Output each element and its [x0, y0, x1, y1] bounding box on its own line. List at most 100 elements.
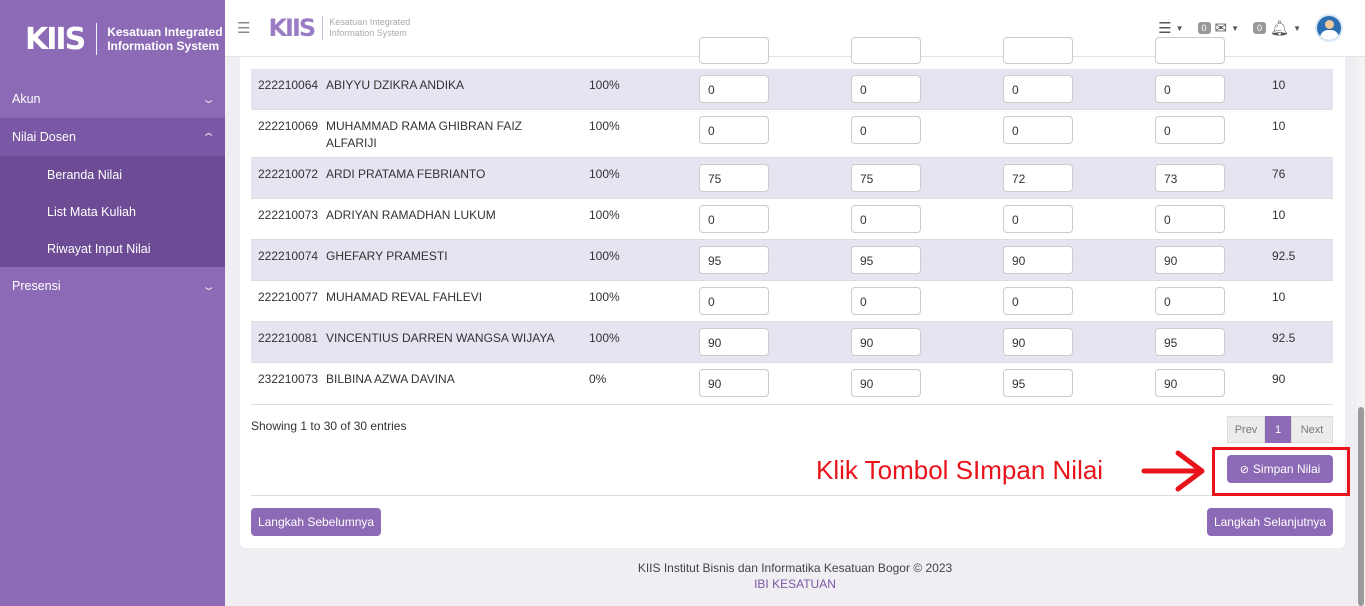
footer: KIIS Institut Bisnis dan Informatika Kes…: [225, 560, 1365, 592]
final-grade: 10: [1272, 290, 1286, 304]
brand[interactable]: KIIS Kesatuan Integrated Information Sys…: [0, 0, 225, 78]
grade-input-1[interactable]: 0: [699, 75, 769, 103]
student-nim: 232210073: [258, 372, 319, 386]
grade-input-1[interactable]: 0: [699, 116, 769, 144]
sidebar-item-label: Akun: [12, 92, 41, 106]
grade-input-4[interactable]: 90: [1155, 369, 1225, 397]
grade-input-4[interactable]: 90: [1155, 246, 1225, 274]
scrollbar[interactable]: [1357, 57, 1365, 606]
grade-input-3[interactable]: 72: [1003, 164, 1073, 192]
student-nim: 222210074: [258, 249, 319, 263]
table-row: 232210073 BILBINA AZWA DAVINA 0% 90 90 95 90 90: [251, 363, 1333, 405]
grade-input-1[interactable]: 95: [699, 246, 769, 274]
student-name: MUHAMAD REVAL FAHLEVI: [326, 290, 483, 304]
pagination-page-1[interactable]: 1: [1265, 416, 1291, 443]
langkah-sebelumnya-button[interactable]: Langkah Sebelumnya: [251, 508, 381, 536]
footer-copyright: KIIS Institut Bisnis dan Informatika Kes…: [637, 561, 953, 575]
submenu-nilai-dosen: Beranda Nilai List Mata Kuliah Riwayat I…: [0, 156, 225, 267]
student-name: ABIYYU DZIKRA ANDIKA: [326, 78, 465, 92]
scrollbar-thumb[interactable]: [1358, 407, 1364, 606]
table-row: 222210073 ADRIYAN RAMADHAN LUKUM 100% 0 0 0 0 1…: [251, 199, 1333, 240]
grade-input-3[interactable]: 0: [1003, 205, 1073, 233]
sidebar-item-nilai-dosen[interactable]: Nilai Dosen ⌃: [0, 118, 225, 156]
sidebar-subitem-riwayat-input-nilai[interactable]: Riwayat Input Nilai: [0, 230, 225, 267]
grade-input-1[interactable]: 75: [699, 164, 769, 192]
student-name: ARDI PRATAMA FEBRIANTO: [326, 167, 486, 181]
attendance-percent: 100%: [589, 331, 620, 345]
kiis-logo-small[interactable]: KIIS: [268, 14, 316, 42]
top-brand-line-2: Information System: [329, 28, 407, 38]
attendance-percent: 100%: [589, 290, 620, 304]
table-row: 222210069 MUHAMMAD RAMA GHIBRAN FAIZ ALFA…: [251, 110, 1333, 158]
grade-input-4[interactable]: 0: [1155, 75, 1225, 103]
notification-button[interactable]: 0 🔔︎ ▼: [1253, 19, 1301, 37]
student-nim: 222210064: [258, 78, 319, 92]
notification-count-badge: 0: [1253, 22, 1267, 34]
sidebar-subitem-beranda-nilai[interactable]: Beranda Nilai: [0, 156, 225, 193]
grade-input-3[interactable]: 0: [1003, 75, 1073, 103]
grade-input-1[interactable]: 0: [699, 205, 769, 233]
grade-input-3[interactable]: 95: [1003, 369, 1073, 397]
attendance-percent: 0%: [589, 372, 607, 386]
chevron-up-icon: ⌃: [201, 131, 216, 144]
grade-input-3[interactable]: 90: [1003, 328, 1073, 356]
grade-input-partial[interactable]: [1003, 37, 1073, 64]
hamburger-icon[interactable]: ☰: [237, 19, 250, 37]
annotation-arrow-icon: [1141, 450, 1205, 492]
grade-input-2[interactable]: 0: [851, 205, 921, 233]
grade-input-2[interactable]: 90: [851, 369, 921, 397]
pagination-next[interactable]: Next: [1291, 416, 1333, 443]
avatar-body: [1320, 30, 1339, 40]
brand-divider: [96, 23, 98, 55]
grade-input-3[interactable]: 0: [1003, 116, 1073, 144]
table-row: 222210077 MUHAMAD REVAL FAHLEVI 100% 0 0 0 0 10: [251, 281, 1333, 322]
caret-down-icon: ▼: [1293, 23, 1301, 33]
chevron-down-icon: ⌄: [201, 93, 216, 106]
grade-input-1[interactable]: 0: [699, 287, 769, 315]
sidebar: KIIS Kesatuan Integrated Information Sys…: [0, 0, 225, 606]
grade-input-2[interactable]: 95: [851, 246, 921, 274]
mail-button[interactable]: 0 ✉ ▼: [1197, 19, 1239, 37]
grade-input-1[interactable]: 90: [699, 328, 769, 356]
grade-input-4[interactable]: 0: [1155, 287, 1225, 315]
grade-input-4[interactable]: 95: [1155, 328, 1225, 356]
grade-input-2[interactable]: 0: [851, 287, 921, 315]
student-name: ADRIYAN RAMADHAN LUKUM: [326, 208, 496, 222]
brand-text: Kesatuan Integrated Information System: [107, 25, 222, 53]
sidebar-item-presensi[interactable]: Presensi ⌄: [0, 267, 225, 305]
student-nim: 222210077: [258, 290, 319, 304]
avatar[interactable]: [1315, 14, 1343, 42]
grade-input-2[interactable]: 90: [851, 328, 921, 356]
grade-input-partial[interactable]: [699, 37, 769, 64]
grade-input-partial[interactable]: [851, 37, 921, 64]
sidebar-subitem-list-mata-kuliah[interactable]: List Mata Kuliah: [0, 193, 225, 230]
grade-input-2[interactable]: 0: [851, 116, 921, 144]
langkah-selanjutnya-button[interactable]: Langkah Selanjutnya: [1207, 508, 1333, 536]
pagination-prev[interactable]: Prev: [1227, 416, 1265, 443]
grade-input-4[interactable]: 73: [1155, 164, 1225, 192]
grade-input-4[interactable]: 0: [1155, 205, 1225, 233]
sidebar-item-akun[interactable]: Akun ⌄: [0, 80, 225, 118]
grade-input-3[interactable]: 0: [1003, 287, 1073, 315]
final-grade: 92.5: [1272, 331, 1296, 345]
grade-input-partial[interactable]: [1155, 37, 1225, 64]
table-row: 222210064 ABIYYU DZIKRA ANDIKA 100% 0 0 0 0 10: [251, 69, 1333, 110]
brand-line-2: Information System: [107, 39, 220, 53]
list-menu-button[interactable]: ☰ ▼: [1158, 19, 1183, 37]
top-brand-line-1: Kesatuan Integrated: [329, 17, 411, 27]
grade-input-2[interactable]: 0: [851, 75, 921, 103]
divider: [251, 495, 1333, 496]
grade-input-1[interactable]: 90: [699, 369, 769, 397]
student-name: MUHAMMAD RAMA GHIBRAN FAIZ ALFARIJI: [326, 119, 523, 150]
final-grade: 10: [1272, 208, 1286, 222]
pagination: Prev 1 Next: [1227, 416, 1333, 443]
grade-input-4[interactable]: 0: [1155, 116, 1225, 144]
grade-input-3[interactable]: 90: [1003, 246, 1073, 274]
mail-count-badge: 0: [1197, 22, 1211, 34]
bell-icon: 🔔︎: [1270, 20, 1290, 37]
footer-link[interactable]: IBI KESATUAN: [225, 576, 1365, 592]
final-grade: 10: [1272, 119, 1286, 133]
attendance-percent: 100%: [589, 78, 620, 92]
grade-input-2[interactable]: 75: [851, 164, 921, 192]
envelope-icon: ✉: [1214, 20, 1228, 37]
